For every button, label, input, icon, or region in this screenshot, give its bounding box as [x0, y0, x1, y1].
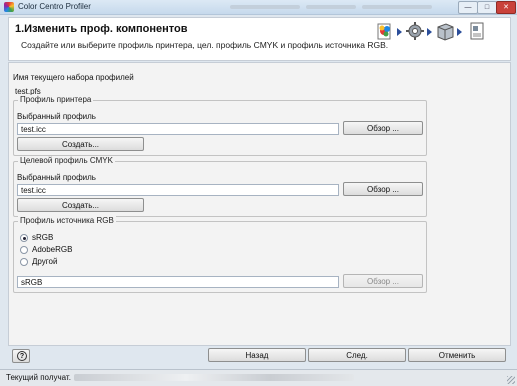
app-icon	[4, 2, 14, 12]
minimize-button[interactable]: —	[458, 1, 478, 14]
cmyk-profile-group: Целевой профиль CMYK Выбранный профиль t…	[13, 156, 427, 217]
radio-other-label: Другой	[32, 257, 58, 266]
rgb-profile-field[interactable]: sRGB	[17, 276, 339, 288]
step-title: 1.Изменить проф. компонентов	[15, 23, 188, 35]
resize-grip-icon[interactable]	[507, 376, 515, 384]
step-arrow-icon	[397, 28, 402, 36]
content-panel: Имя текущего набора профилей test.pfs Пр…	[8, 62, 511, 346]
printer-box-icon	[437, 23, 454, 41]
printer-profile-group: Профиль принтера Выбранный профиль test.…	[13, 95, 427, 156]
radio-other-button[interactable]	[20, 258, 28, 266]
cmyk-profile-group-title: Целевой профиль CMYK	[18, 156, 115, 165]
cmyk-profile-field[interactable]: test.icc	[17, 184, 339, 196]
cmyk-selected-profile-label: Выбранный профиль	[17, 173, 96, 182]
step-description: Создайте или выберите профиль принтера, …	[21, 40, 389, 50]
radio-srgb-button[interactable]	[20, 234, 28, 242]
radio-adobergb-button[interactable]	[20, 246, 28, 254]
step-arrow-icon	[457, 28, 462, 36]
cmyk-browse-button[interactable]: Обзор ...	[343, 182, 423, 196]
printer-create-button[interactable]: Создать...	[17, 137, 144, 151]
maximize-button[interactable]: □	[477, 1, 497, 14]
cmyk-create-button[interactable]: Создать...	[17, 198, 144, 212]
blurred-title-text	[306, 5, 356, 9]
rgb-profile-group: Профиль источника RGB sRGB AdobeRGB Друг…	[13, 216, 427, 293]
palette-icon	[377, 23, 391, 40]
printer-profile-group-title: Профиль принтера	[18, 95, 94, 104]
next-button[interactable]: След.	[308, 348, 406, 362]
gear-icon	[406, 22, 424, 40]
printer-selected-profile-label: Выбранный профиль	[17, 112, 96, 121]
cancel-button[interactable]: Отменить	[408, 348, 506, 362]
back-button[interactable]: Назад	[208, 348, 306, 362]
wizard-footer: ? Назад След. Отменить	[0, 345, 517, 369]
rgb-profile-group-title: Профиль источника RGB	[18, 216, 116, 225]
status-text: Текущий получат.	[6, 373, 71, 382]
blurred-title-text	[362, 5, 432, 9]
blurred-title-text	[230, 5, 300, 9]
help-button[interactable]: ?	[12, 349, 30, 363]
wizard-header: 1.Изменить проф. компонентов Создайте ил…	[8, 17, 511, 61]
document-icon	[470, 22, 484, 40]
help-icon: ?	[17, 351, 27, 361]
window-title: Color Centro Profiler	[18, 2, 91, 11]
radio-srgb-label: sRGB	[32, 233, 54, 242]
wizard-steps	[376, 21, 504, 43]
title-bar: Color Centro Profiler — □ ✕	[0, 0, 517, 15]
printer-profile-field[interactable]: test.icc	[17, 123, 339, 135]
rgb-browse-button[interactable]: Обзор ...	[343, 274, 423, 288]
status-progress-bar	[74, 374, 354, 381]
close-button[interactable]: ✕	[496, 1, 516, 14]
radio-adobergb-label: AdobeRGB	[32, 245, 73, 254]
status-bar: Текущий получат.	[0, 369, 517, 386]
profile-set-label: Имя текущего набора профилей	[13, 73, 134, 82]
printer-browse-button[interactable]: Обзор ...	[343, 121, 423, 135]
step-arrow-icon	[427, 28, 432, 36]
